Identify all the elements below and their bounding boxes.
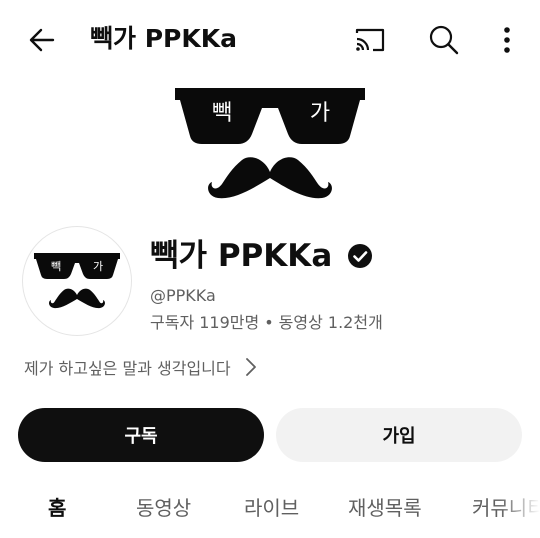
banner-lens-right-text: 가: [310, 101, 330, 126]
arrow-left-icon: [29, 28, 55, 52]
more-options-button[interactable]: [492, 18, 522, 62]
search-icon: [429, 25, 459, 55]
channel-tabs: 홈 동영상 라이브 재생목록 커뮤니티: [0, 484, 540, 538]
tab-home[interactable]: 홈: [48, 494, 66, 522]
tab-videos[interactable]: 동영상: [136, 494, 191, 522]
banner-lens-left-text: 빽: [212, 101, 232, 126]
channel-stats: 구독자 119만명 • 동영상 1.2천개: [150, 312, 383, 334]
avatar-lens-right-text: 가: [93, 260, 103, 273]
back-button[interactable]: [22, 20, 62, 60]
top-app-bar: 빽가 PPKKa: [0, 0, 540, 78]
cast-icon: [355, 28, 385, 52]
tab-playlists[interactable]: 재생목록: [348, 494, 422, 522]
video-count: 동영상 1.2천개: [278, 313, 383, 332]
subscribe-button[interactable]: 구독: [18, 408, 264, 462]
channel-description-link[interactable]: 제가 하고싶은 말과 생각입니다: [24, 352, 324, 382]
tab-live[interactable]: 라이브: [244, 494, 299, 522]
verified-check-icon: [348, 244, 372, 268]
chevron-right-icon: [245, 357, 257, 377]
channel-avatar[interactable]: 빽 가: [22, 226, 132, 336]
join-button[interactable]: 가입: [276, 408, 522, 462]
channel-page: 빽가 PPKKa 빽 가 빽 가 빽가 PPKKa @PPKKa 구독자 119…: [0, 0, 540, 538]
search-button[interactable]: [422, 18, 466, 62]
cast-button[interactable]: [350, 20, 390, 60]
tabs-fade-overlay: [500, 484, 540, 538]
app-bar-title: 빽가 PPKKa: [90, 24, 237, 53]
more-vert-icon: [504, 27, 510, 53]
channel-name: 빽가 PPKKa: [150, 238, 333, 274]
channel-handle: @PPKKa: [150, 286, 216, 305]
avatar-lens-left-text: 빽: [51, 260, 61, 273]
subscriber-count: 구독자 119만명: [150, 313, 260, 332]
stats-separator: •: [264, 313, 274, 332]
channel-description: 제가 하고싶은 말과 생각입니다: [24, 359, 231, 378]
avatar-image: 빽 가: [34, 253, 120, 309]
channel-banner-image: 빽 가: [175, 88, 365, 199]
